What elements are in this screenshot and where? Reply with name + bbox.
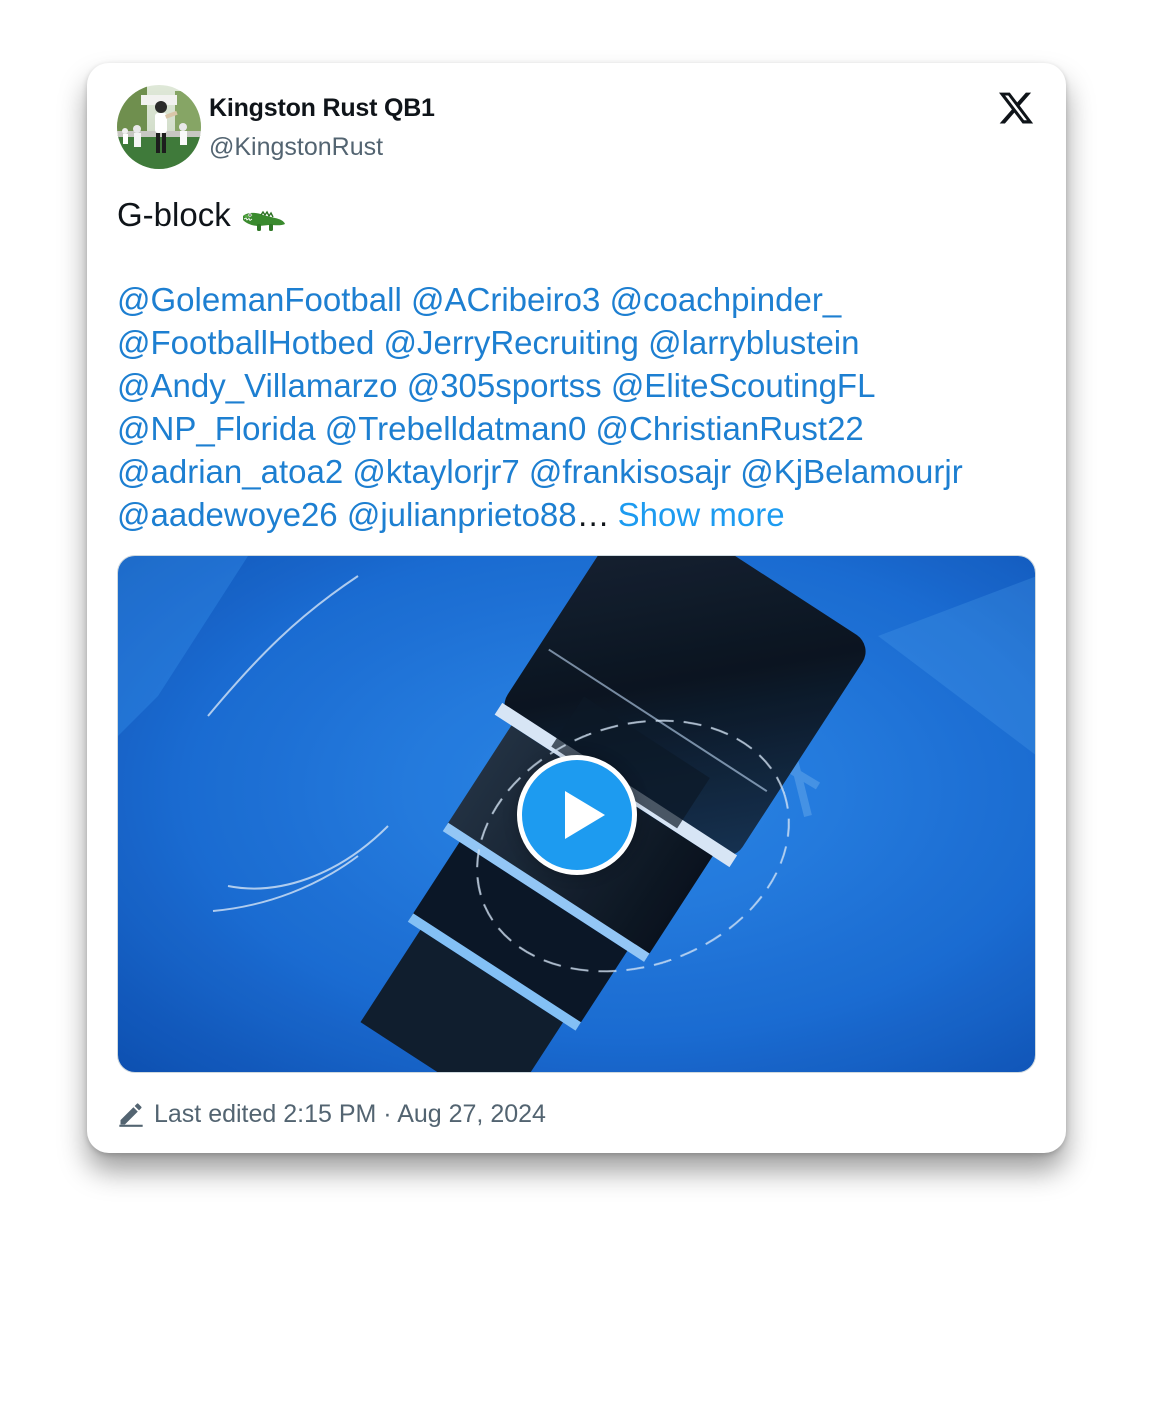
- tweet-card: Kingston Rust QB1 @KingstonRust G-block: [87, 63, 1066, 1153]
- avatar-photo: [117, 85, 201, 169]
- mention-line: @NP_Florida @Trebelldatman0 @ChristianRu…: [117, 407, 1037, 450]
- mention-link[interactable]: @JerryRecruiting: [384, 324, 639, 361]
- mention-link[interactable]: @adrian_atoa2: [117, 453, 343, 490]
- mention-link[interactable]: @Andy_Villamarzo: [117, 367, 398, 404]
- mention-line: @GolemanFootball @ACribeiro3 @coachpinde…: [117, 278, 1037, 321]
- tweet-footer: Last edited 2:15 PM · Aug 27, 2024: [117, 1096, 546, 1132]
- mention-link[interactable]: @larryblustein: [648, 324, 859, 361]
- mention-link[interactable]: @Trebelldatman0: [325, 410, 587, 447]
- tweet-header: Kingston Rust QB1 @KingstonRust: [117, 85, 1037, 171]
- mention-link[interactable]: @frankisosajr: [529, 453, 731, 490]
- mention-line: @FootballHotbed @JerryRecruiting @larryb…: [117, 321, 1037, 364]
- play-icon: [565, 791, 605, 839]
- mention-line: @adrian_atoa2 @ktaylorjr7 @frankisosajr …: [117, 450, 1037, 493]
- mention-link[interactable]: @NP_Florida: [117, 410, 316, 447]
- truncation-ellipsis: …: [576, 496, 610, 533]
- crocodile-emoji-icon: [241, 201, 287, 231]
- mention-link[interactable]: @305sportss: [407, 367, 602, 404]
- mention-link[interactable]: @FootballHotbed: [117, 324, 374, 361]
- mention-link[interactable]: @KjBelamourjr: [740, 453, 962, 490]
- play-button[interactable]: [517, 755, 637, 875]
- mention-link[interactable]: @aadewoye26: [117, 496, 338, 533]
- mention-link[interactable]: @ktaylorjr7: [352, 453, 519, 490]
- mention-link[interactable]: @julianprieto88: [347, 496, 577, 533]
- video-player[interactable]: [117, 555, 1036, 1073]
- author-handle[interactable]: @KingstonRust: [209, 132, 435, 162]
- mention-link[interactable]: @ChristianRust22: [596, 410, 864, 447]
- tweet-first-line: G-block: [117, 193, 1037, 236]
- tweet-text-main: G-block: [117, 196, 231, 233]
- last-edited-timestamp[interactable]: Last edited 2:15 PM · Aug 27, 2024: [154, 1100, 546, 1129]
- mention-link[interactable]: @EliteScoutingFL: [611, 367, 876, 404]
- mention-link[interactable]: @coachpinder_: [610, 281, 842, 318]
- author-names: Kingston Rust QB1 @KingstonRust: [209, 93, 435, 162]
- mention-line: @Andy_Villamarzo @305sportss @EliteScout…: [117, 364, 1037, 407]
- mention-link[interactable]: @GolemanFootball: [117, 281, 402, 318]
- pencil-icon: [119, 1103, 143, 1127]
- mention-line: @aadewoye26 @julianprieto88… Show more: [117, 493, 1037, 536]
- show-more-link[interactable]: Show more: [618, 496, 785, 533]
- author-avatar[interactable]: [117, 85, 201, 169]
- mention-link[interactable]: @ACribeiro3: [411, 281, 600, 318]
- author-display-name[interactable]: Kingston Rust QB1: [209, 93, 435, 123]
- mention-list: @GolemanFootball @ACribeiro3 @coachpinde…: [117, 278, 1037, 536]
- x-logo-icon[interactable]: [997, 89, 1035, 127]
- tweet-text: G-block @GolemanFootball @ACribeiro3 @co…: [117, 193, 1037, 536]
